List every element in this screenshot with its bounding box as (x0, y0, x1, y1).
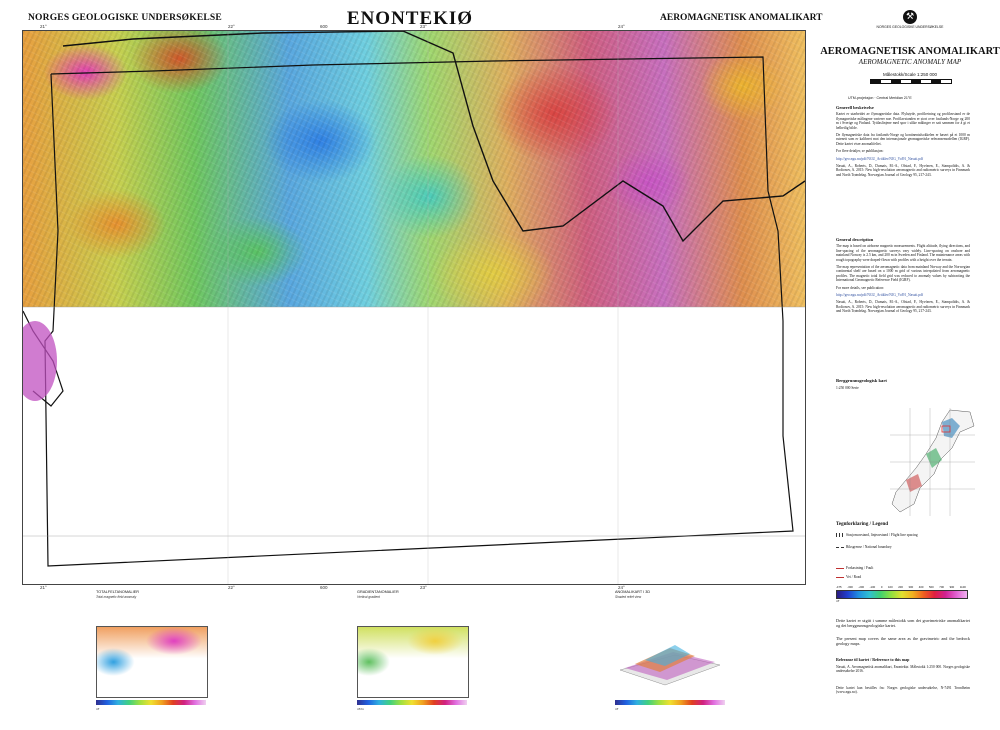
legend-item-fault: Forkastning / Fault (836, 566, 873, 570)
ngu-logo: ⚒ NORGES GEOLOGISKE UNDERSØKELSE (875, 10, 945, 29)
publication-link[interactable]: http://geo.ngu.no/pdf/NGU_Artikler/NJG_V… (836, 157, 970, 161)
scale-label: Målestokk/Scale 1:250 000 (882, 72, 938, 77)
reference: Nasuti, A., Roberts, D., Dumais, M.-A., … (836, 164, 970, 177)
footer-note-en: The present map covers the same area as … (836, 636, 970, 646)
survey-outline (44, 56, 794, 567)
tick-top-1: 21° (40, 24, 47, 29)
tick-bottom-2: 22° (228, 585, 235, 590)
sidebar-subtitle: AEROMAGNETIC ANOMALY MAP (858, 58, 962, 66)
logo-text: NORGES GEOLOGISKE UNDERSØKELSE (876, 25, 944, 29)
map-overlay (23, 31, 805, 584)
inset-3d-image (619, 645, 721, 686)
sidebar-title: AEROMAGNETISK ANOMALIKART (820, 46, 1000, 57)
general-description-en: General description The map is based on … (836, 237, 970, 317)
hammer-icon: ⚒ (903, 10, 917, 24)
colorbar-unit: nT (836, 599, 840, 603)
reference: Nasuti, A., Roberts, D., Dumais, M.-A., … (836, 300, 970, 314)
tick-top-4: 23° (420, 24, 427, 29)
tick-top-3: 600 (320, 24, 328, 29)
legend-item-flightlines: Stasjonsavstand, linjeavstand / Flight l… (836, 533, 918, 538)
section-heading: General description (836, 237, 874, 242)
contact-info: Dette kartet kan bestilles fra: Norges g… (836, 686, 970, 695)
inset-subtitle: Vertical gradient (357, 595, 380, 599)
tick-bottom-3: 600 (320, 585, 328, 590)
paragraph: Kartet er utarbeidet av flymagnetiske da… (836, 112, 970, 130)
inset-total-field[interactable]: TOTALFELTANOMALIER Total magnetic field … (96, 590, 226, 718)
tick-top-5: 24° (618, 24, 625, 29)
colorbar-ticks: -475 -300 -200 -100 0 100 200 300 400 500 700 900 11… (836, 585, 966, 589)
inset-gradient[interactable]: GRADIENTANOMALIER Vertical gradient nT/m (357, 590, 487, 718)
paragraph: De flymagnetiske data fra fastlands-Norg… (836, 133, 970, 146)
legend-item-boundary: Riksgrense / National boundary (836, 545, 892, 549)
geology-heading: Berggrunnsgeologisk kart (836, 378, 887, 383)
tick-bottom-1: 21° (40, 585, 47, 590)
inset-colorbar (615, 700, 725, 705)
inset-subtitle: Total magnetic field anomaly (96, 595, 137, 599)
inset-map-image (357, 626, 469, 698)
index-map[interactable] (890, 408, 975, 516)
geology-subheading: 1:250 000 Serie (836, 386, 859, 390)
inset-unit: nT (96, 707, 100, 711)
general-description-no: Generell beskrivelse Kartet er utarbeide… (836, 105, 970, 180)
paragraph: The map representation of the aeromagnet… (836, 265, 970, 283)
paragraph: The map is based on airborne magnetic me… (836, 244, 970, 262)
publication-link[interactable]: http://geo.ngu.no/pdf/NGU_Artikler/NJG_V… (836, 293, 970, 297)
legend-heading: Tegnforklaring / Legend (836, 522, 889, 527)
main-colorbar (836, 590, 968, 599)
inset-3d[interactable]: ANOMALIKART I 3D Shaded relief view nT (615, 590, 745, 718)
paragraph: For flere detaljer, se publikasjon: (836, 149, 884, 154)
inset-unit: nT (615, 707, 619, 711)
inset-subtitle: Shaded relief view (615, 595, 642, 599)
legend-item-road: Vei / Road (836, 575, 861, 579)
inset-colorbar (357, 700, 467, 705)
map-type-label: AEROMAGNETISK ANOMALIKART (660, 13, 823, 23)
footer-note-no: Dette kartet er utgitt i samme målestokk… (836, 618, 970, 628)
tick-top-2: 22° (228, 24, 235, 29)
paragraph: For more details, see publication: (836, 285, 885, 290)
map-header: NORGES GEOLOGISKE UNDERSØKELSE ENONTEKIØ… (0, 0, 1000, 30)
inset-unit: nT/m (357, 707, 364, 711)
map-reference: Nasuti, A. Aeromagnetisk anomalikart, En… (836, 665, 970, 674)
main-map[interactable] (22, 30, 806, 585)
reference-heading: Referanse til kartet / Reference to this… (836, 657, 910, 662)
section-heading: Generell beskrivelse (836, 105, 874, 110)
inset-colorbar (96, 700, 206, 705)
inset-map-image (96, 626, 208, 698)
projection-label: UTM-projeksjon · Central Meridian 21°E (848, 96, 912, 100)
scale-bar (870, 79, 952, 84)
